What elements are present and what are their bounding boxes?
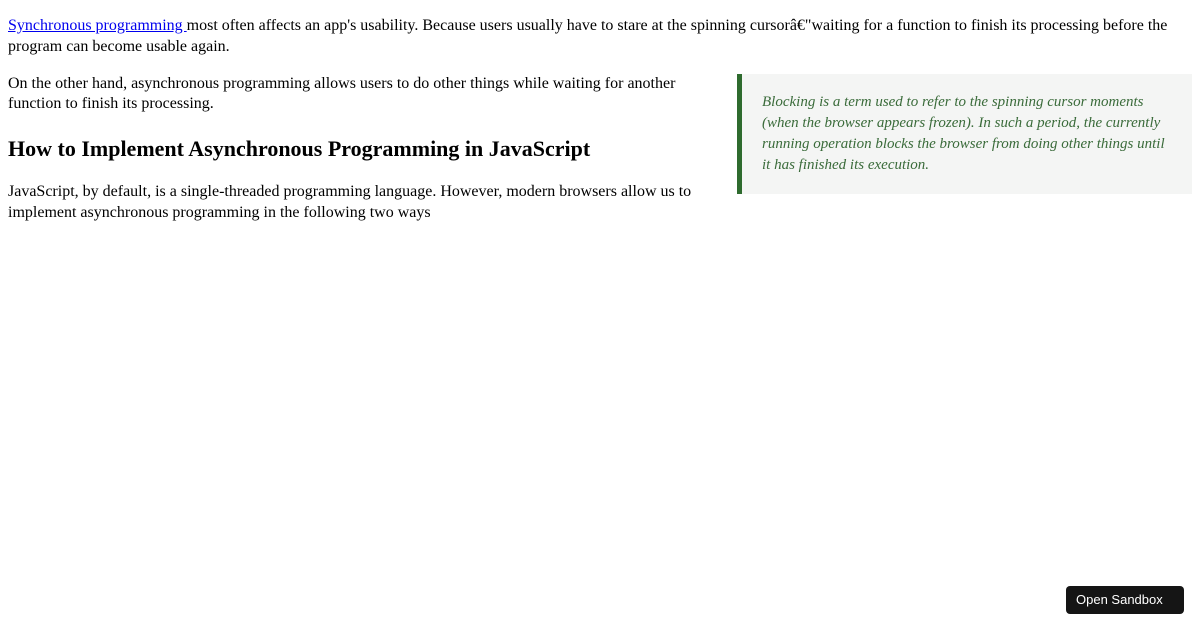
paragraph-js: JavaScript, by default, is a single-thre… [8,182,705,224]
sync-programming-link[interactable]: Synchronous programming [8,17,187,34]
article-content: Synchronous programming most often affec… [8,16,1192,223]
paragraph-async: On the other hand, asynchronous programm… [8,74,705,116]
main-column: On the other hand, asynchronous programm… [8,74,705,224]
paragraph-intro: Synchronous programming most often affec… [8,16,1192,58]
section-heading: How to Implement Asynchronous Programmin… [8,135,705,164]
open-sandbox-button[interactable]: Open Sandbox [1066,586,1184,614]
content-row: On the other hand, asynchronous programm… [8,74,1192,224]
blocking-callout: Blocking is a term used to refer to the … [737,74,1192,194]
